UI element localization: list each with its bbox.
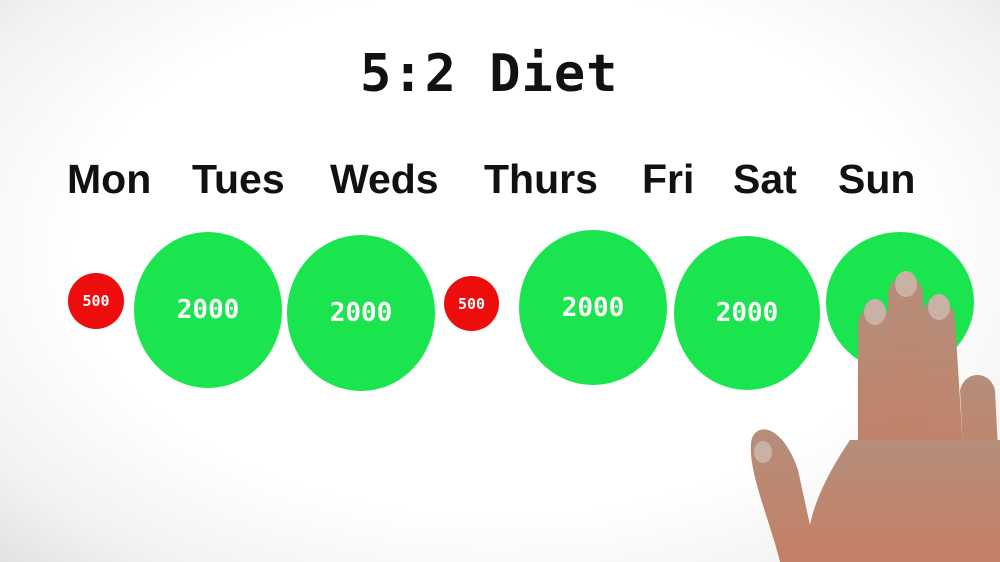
calorie-circle-fri: 2000 xyxy=(519,230,667,385)
day-label-fri: Fri xyxy=(642,156,695,202)
calorie-value: 500 xyxy=(82,292,110,310)
hand-image xyxy=(750,271,1000,562)
day-label-thurs: Thurs xyxy=(484,156,598,202)
calorie-circle-thurs: 500 xyxy=(444,276,499,331)
calorie-circle-mon: 500 xyxy=(68,273,124,329)
calorie-circle-weds: 2000 xyxy=(287,235,435,391)
calorie-value: 2000 xyxy=(561,292,625,323)
calorie-value: 2000 xyxy=(329,298,393,328)
calorie-value: 500 xyxy=(457,294,486,313)
diagram-title: 5:2 Diet xyxy=(360,44,619,104)
day-label-sat: Sat xyxy=(733,156,797,202)
day-label-sun: Sun xyxy=(838,156,916,202)
day-label-weds: Weds xyxy=(330,156,439,202)
day-label-mon: Mon xyxy=(67,156,152,202)
calorie-value: 2000 xyxy=(176,295,240,325)
day-label-tues: Tues xyxy=(192,156,285,202)
calorie-circle-tues: 2000 xyxy=(134,232,282,388)
